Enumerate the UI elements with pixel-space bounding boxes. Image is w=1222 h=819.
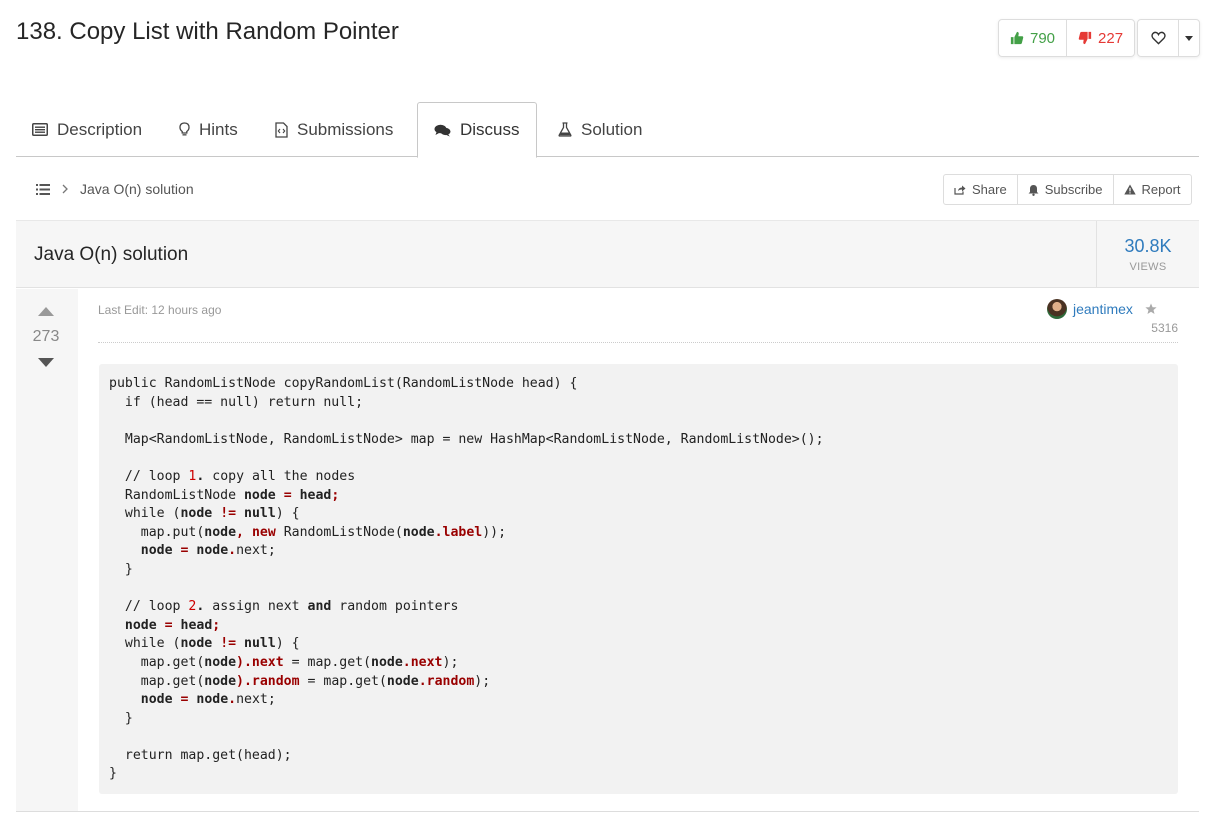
code-line: public RandomListNode copyRandomList(Ran… [109,376,578,391]
author-info: jeantimex [1047,299,1157,319]
code-line: map.get(node).next = map.get(node.next); [109,654,459,670]
problem-title: 138. Copy List with Random Pointer [16,18,399,45]
bell-icon [1028,184,1039,196]
avatar[interactable] [1047,299,1067,319]
code-content: public RandomListNode copyRandomList(Ran… [109,375,1168,784]
downvote-count: 227 [1098,29,1124,47]
code-line: } [109,561,133,577]
code-line: Map<RandomListNode, RandomListNode> map … [109,431,824,447]
tab-label: Discuss [460,120,520,139]
code-line: // loop 2. assign next and random pointe… [109,599,459,615]
code-line: map.get(node).random = map.get(node.rand… [109,673,491,689]
warning-icon [1123,184,1136,195]
code-line: node = node.next; [140,543,276,559]
tab-label: Hints [199,119,238,139]
code-line: map.put(node, new RandomListNode(node.la… [109,524,507,540]
author-reputation: 5316 [1151,321,1178,335]
views-box: 30.8K VIEWS [1096,221,1199,287]
post-score: 273 [32,328,60,345]
list-alt-icon [32,123,48,136]
tab-label: Submissions [297,119,394,139]
subscribe-label: Subscribe [1044,182,1103,197]
caret-down-icon [1185,35,1193,41]
topic-actions: Share Subscribe Report [943,174,1192,205]
star-icon [1145,303,1157,314]
code-line: node = head; [124,617,221,633]
tab-solution[interactable]: Solution [558,102,642,157]
topic-header: Java O(n) solution 30.8K VIEWS [16,220,1199,288]
divider [98,342,1178,343]
code-line: node = node.next; [140,692,276,708]
comments-icon [434,124,451,136]
thumbs-down-icon [1078,31,1092,45]
downvote-arrow-icon[interactable] [38,358,54,367]
code-line: if (head == null) return null; [109,394,364,410]
share-button[interactable]: Share [944,175,1017,204]
downvote-button[interactable]: 227 [1066,20,1134,56]
file-code-icon [275,121,288,138]
tab-description[interactable]: Description [32,102,142,157]
favorite-dropdown-button[interactable] [1178,20,1199,56]
upvote-arrow-icon[interactable] [38,307,54,316]
views-label: VIEWS [1129,261,1167,273]
lightbulb-icon [179,122,190,136]
chevron-right-icon [62,184,68,194]
heart-icon [1150,31,1166,45]
code-block: public RandomListNode copyRandomList(Ran… [99,364,1178,794]
tab-label: Description [57,119,143,139]
views-count: 30.8K [1124,236,1172,256]
list-icon[interactable] [36,183,50,195]
topic-title: Java O(n) solution [34,244,189,265]
favorite-button[interactable] [1138,20,1178,56]
code-line: return map.get(head); [109,747,292,763]
code-line: while (node != null) { [109,506,300,522]
breadcrumb-current: Java O(n) solution [80,181,194,197]
code-line: } [109,766,117,782]
favorite-group [1137,19,1200,57]
problem-tabs: Description Hints Submissions Discuss So… [16,102,1199,158]
flask-icon [558,122,572,137]
subscribe-button[interactable]: Subscribe [1016,175,1113,204]
thumbs-up-icon [1010,31,1024,45]
code-line: // loop 1. copy all the nodes [109,468,356,484]
tab-discuss[interactable]: Discuss [417,102,537,158]
tab-hints[interactable]: Hints [179,102,238,157]
vote-group: 790 227 [998,19,1136,57]
upvote-button[interactable]: 790 [999,20,1066,56]
post-vote-column: 273 [16,289,78,811]
last-edit: Last Edit: 12 hours ago [98,303,222,317]
breadcrumb: Java O(n) solution [36,175,194,203]
divider [16,811,1199,812]
tab-submissions[interactable]: Submissions [275,102,393,157]
code-line: RandomListNode node = head; [109,487,340,503]
share-icon [954,185,966,195]
code-line: while (node != null) { [109,636,300,652]
code-line: } [109,710,133,726]
upvote-count: 790 [1030,29,1056,47]
author-name[interactable]: jeantimex [1073,301,1133,317]
report-label: Report [1141,182,1181,197]
share-label: Share [972,182,1007,197]
report-button[interactable]: Report [1112,175,1191,204]
tab-label: Solution [581,119,643,139]
